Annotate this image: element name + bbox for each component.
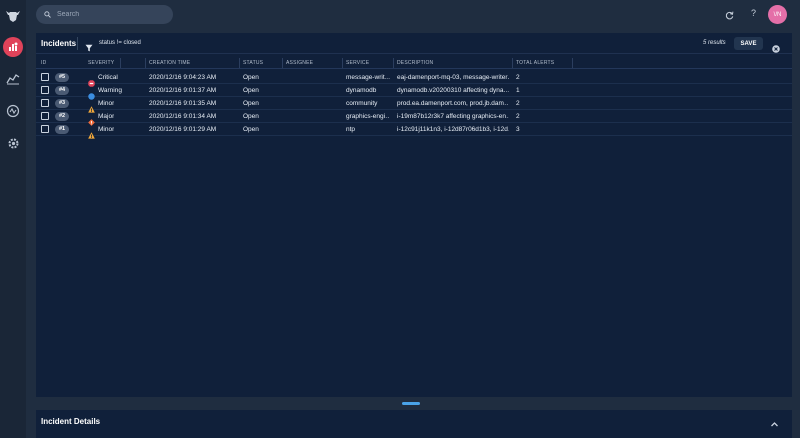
status-text: Open (243, 74, 259, 81)
status-text: Open (243, 87, 259, 94)
service: graphics-engi… (346, 113, 390, 120)
column-total-alerts[interactable]: TOTAL ALERTS (516, 60, 554, 66)
column-divider[interactable] (342, 58, 343, 68)
column-divider[interactable] (393, 58, 394, 68)
gear-icon[interactable] (3, 133, 23, 153)
severity-label: Major (98, 113, 115, 120)
panel-resize-handle[interactable] (402, 402, 420, 405)
minor-severity-icon (88, 100, 95, 113)
top-bar: ? \/N (26, 0, 800, 30)
column-service[interactable]: SERVICE (346, 60, 369, 66)
refresh-icon[interactable] (723, 9, 735, 21)
column-status[interactable]: STATUS (243, 60, 263, 66)
table-header: ID SEVERITY CREATION TIME STATUS ASSIGNE… (36, 58, 792, 69)
service: ntp (346, 126, 356, 133)
creation-time: 2020/12/16 9:01:35 AM (149, 100, 217, 107)
row-checkbox[interactable] (41, 112, 49, 120)
severity-label: Minor (98, 126, 115, 133)
search-icon (44, 11, 51, 18)
warning-severity-icon (88, 87, 95, 100)
incidents-header: Incidents status != closed 5 results SAV… (36, 33, 792, 54)
column-id[interactable]: ID (41, 60, 46, 66)
severity-label: Minor (98, 100, 115, 107)
column-divider[interactable] (572, 58, 573, 68)
chevron-up-icon[interactable] (770, 416, 779, 427)
description: i-12c91j11k1n3, i-12d87r06d1b3, i-12d… (397, 126, 509, 133)
results-count: 5 results (703, 40, 726, 46)
service: community (346, 100, 378, 107)
creation-time: 2020/12/16 9:01:29 AM (149, 126, 217, 133)
row-checkbox[interactable] (41, 73, 49, 81)
incidents-panel: Incidents status != closed 5 results SAV… (36, 33, 792, 397)
major-severity-icon (88, 113, 95, 126)
help-button[interactable]: ? (751, 8, 756, 18)
filter-icon[interactable] (85, 39, 93, 52)
alerts-dashboard-icon[interactable] (3, 37, 23, 57)
table-row[interactable]: #3 Minor 2020/12/16 9:01:35 AM Open comm… (36, 97, 792, 113)
column-creation-time[interactable]: CREATION TIME (149, 60, 190, 66)
creation-time: 2020/12/16 9:04:23 AM (149, 74, 217, 81)
critical-severity-icon (88, 74, 95, 87)
save-button[interactable]: SAVE (734, 37, 763, 50)
table-row[interactable]: #5 Critical 2020/12/16 9:04:23 AM Open m… (36, 71, 792, 87)
column-divider[interactable] (512, 58, 513, 68)
total-alerts: 2 (516, 74, 520, 81)
total-alerts: 3 (516, 126, 520, 133)
total-alerts: 2 (516, 113, 520, 120)
search-input[interactable] (57, 11, 167, 18)
column-divider[interactable] (145, 58, 146, 68)
column-divider[interactable] (282, 58, 283, 68)
service: message-writ… (346, 74, 390, 81)
activity-icon[interactable] (3, 101, 23, 121)
minor-severity-icon (88, 126, 95, 139)
column-divider[interactable] (239, 58, 240, 68)
search-box[interactable] (36, 5, 173, 24)
left-rail (0, 0, 26, 438)
analytics-icon[interactable] (3, 69, 23, 89)
bull-head-logo-icon[interactable] (4, 7, 22, 25)
filter-query[interactable]: status != closed (99, 40, 141, 46)
incident-id-badge[interactable]: #4 (55, 85, 69, 95)
status-text: Open (243, 113, 259, 120)
table-row[interactable]: #4 Warning 2020/12/16 9:01:37 AM Open dy… (36, 84, 792, 100)
severity-label: Critical (98, 74, 118, 81)
table-row[interactable]: #2 Major 2020/12/16 9:01:34 AM Open grap… (36, 110, 792, 126)
description: prod.ea.damenport.com, prod.jb.dam… (397, 100, 509, 107)
table-row[interactable]: #1 Minor 2020/12/16 9:01:29 AM Open ntp … (36, 123, 792, 139)
clear-filter-icon[interactable] (772, 40, 780, 53)
incident-id-badge[interactable]: #3 (55, 98, 69, 108)
creation-time: 2020/12/16 9:01:34 AM (149, 113, 217, 120)
row-checkbox[interactable] (41, 125, 49, 133)
incident-id-badge[interactable]: #2 (55, 111, 69, 121)
row-checkbox[interactable] (41, 86, 49, 94)
incident-details-panel: Incident Details (36, 410, 792, 438)
incident-id-badge[interactable]: #5 (55, 72, 69, 82)
service: dynamodb (346, 87, 377, 94)
creation-time: 2020/12/16 9:01:37 AM (149, 87, 217, 94)
column-description[interactable]: DESCRIPTION (397, 60, 433, 66)
column-divider[interactable] (120, 58, 121, 68)
severity-label: Warning (98, 87, 122, 94)
incident-id-badge[interactable]: #1 (55, 124, 69, 134)
description: i-19m87b12r3k7 affecting graphics-en… (397, 113, 509, 120)
row-checkbox[interactable] (41, 99, 49, 107)
header-divider (77, 37, 78, 50)
description: eaj-damenport-mq-03, message-writer… (397, 74, 509, 81)
column-severity[interactable]: SEVERITY (88, 60, 114, 66)
details-title: Incident Details (41, 417, 101, 426)
status-text: Open (243, 100, 259, 107)
total-alerts: 1 (516, 87, 520, 94)
page-title: Incidents (41, 39, 77, 48)
description: dynamodb.v20200310 affecting dyna… (397, 87, 509, 94)
total-alerts: 2 (516, 100, 520, 107)
status-text: Open (243, 126, 259, 133)
column-assignee[interactable]: ASSIGNEE (286, 60, 313, 66)
avatar[interactable]: \/N (768, 5, 787, 24)
